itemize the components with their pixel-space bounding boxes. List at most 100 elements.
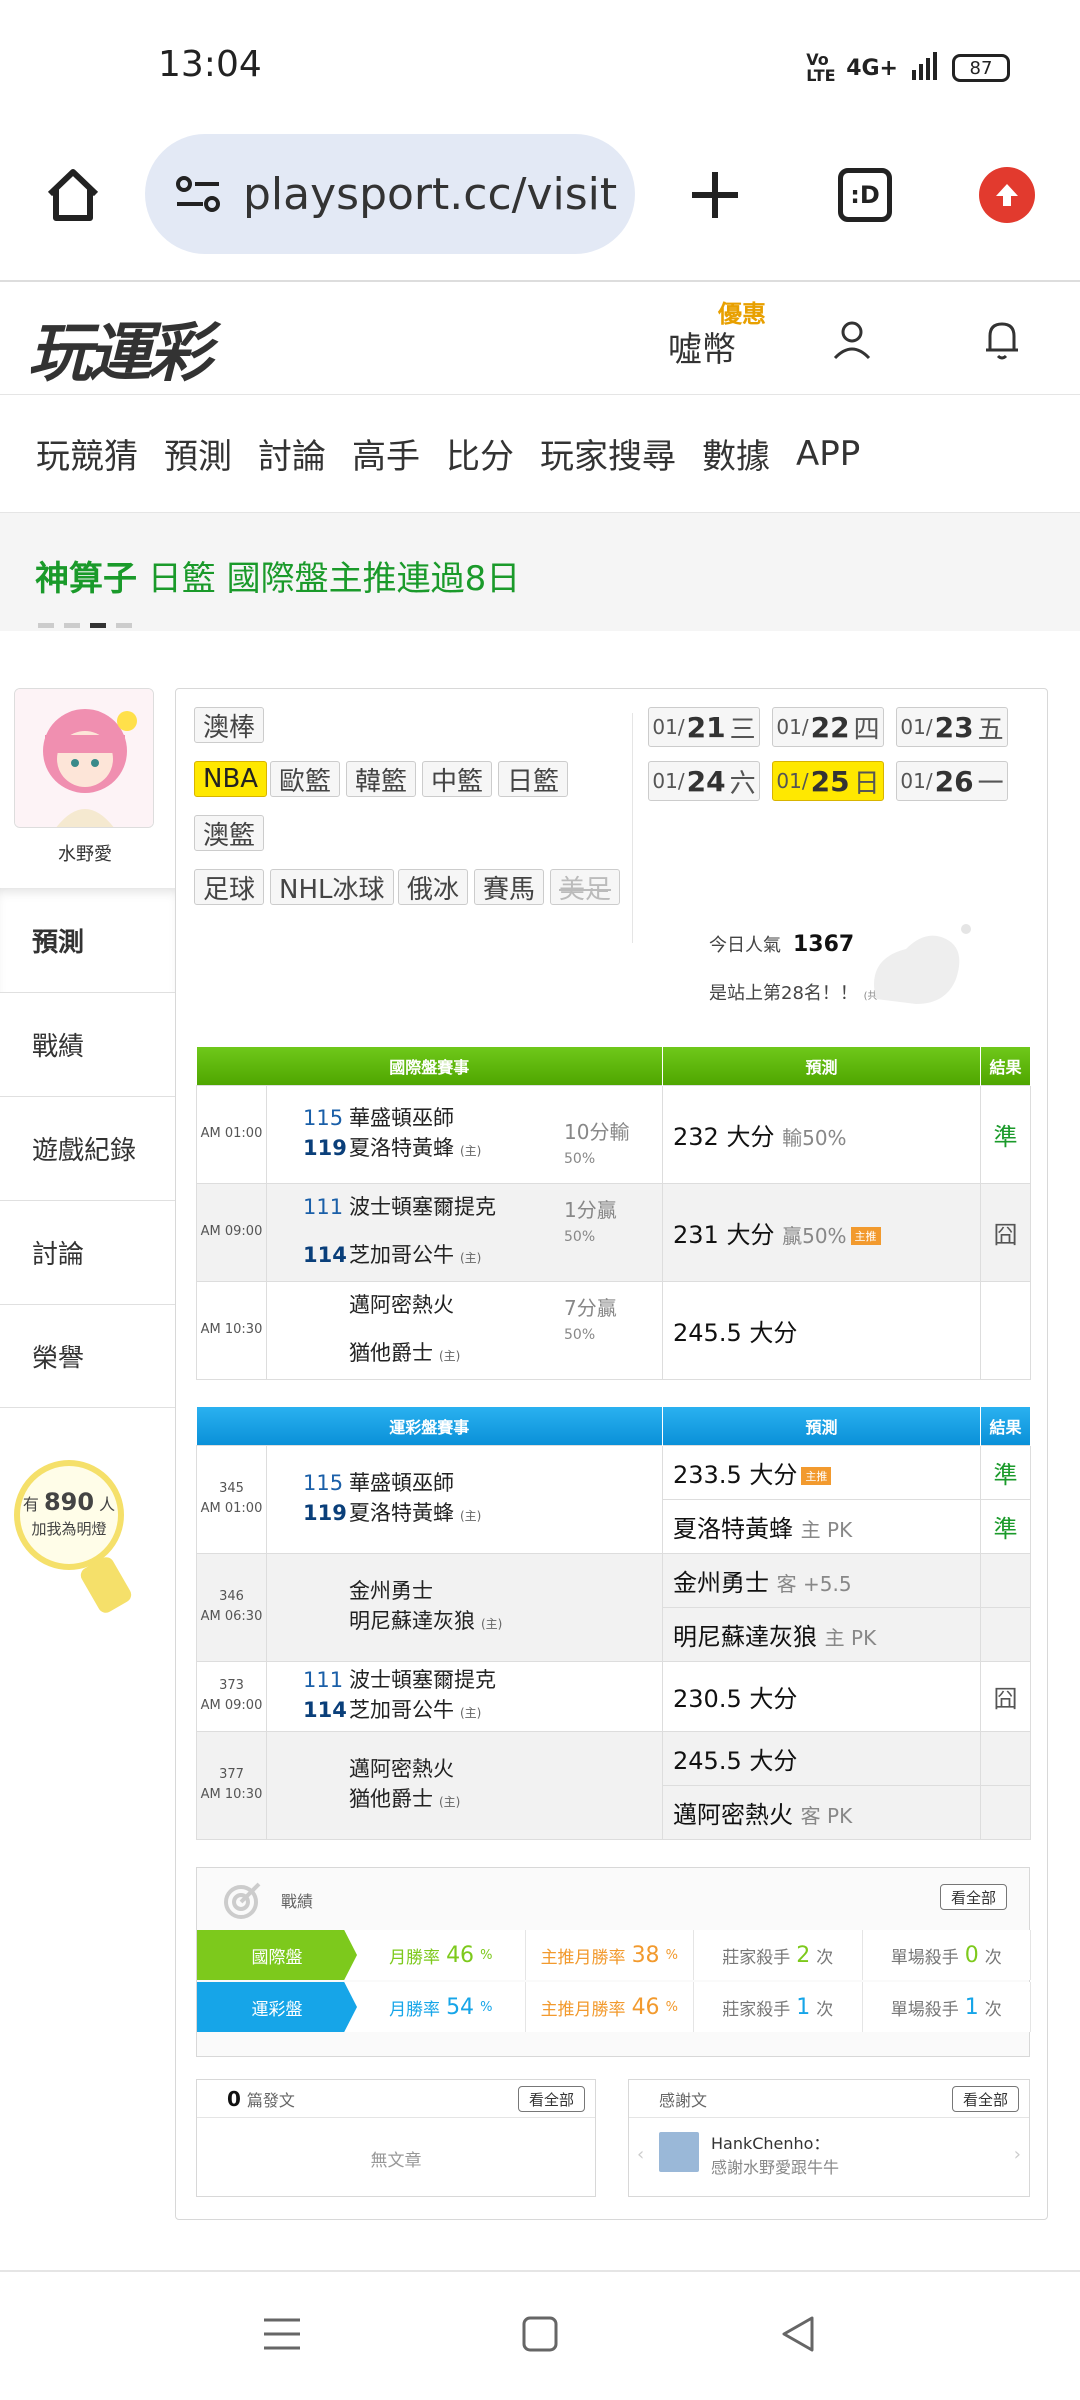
result-cell: 囧 [980, 1660, 1032, 1732]
intl-header-result: 結果 [980, 1047, 1032, 1085]
nav-item-predict[interactable]: 預測 [164, 429, 232, 478]
nav-item-search[interactable]: 玩家搜尋 [540, 429, 676, 478]
follow-cta: 加我為明燈 [31, 1520, 107, 1538]
game-teams: 111 波士頓塞爾提克 114 芝加哥公牛 (主) 1分贏 50% [265, 1182, 664, 1282]
nav-item-app[interactable]: APP [796, 434, 860, 474]
side-menu-honor[interactable]: 榮譽 [0, 1304, 175, 1408]
tab-switcher-button[interactable]: :D [830, 160, 900, 230]
signal-icon [912, 50, 938, 86]
main-nav: 玩競猜 預測 討論 高手 比分 玩家搜尋 數據 APP [0, 395, 1080, 513]
prediction-cell: 233.5 大分 主推 [662, 1444, 982, 1500]
intl-header-games: 國際盤賽事 [196, 1047, 664, 1085]
record-see-all-button[interactable]: 看全部 [939, 1884, 1007, 1910]
sport-chip-aus-basketball[interactable]: 澳籃 [194, 815, 265, 851]
table-row: 373 AM 09:00 111 波士頓塞爾提克 114 芝加哥公牛 (主) 230.5… [196, 1660, 1032, 1732]
sport-chip-euro-basketball[interactable]: 歐籃 [270, 761, 341, 797]
sport-chip-nhl[interactable]: NHL冰球 [270, 869, 394, 905]
browser-toolbar: playsport.cc/visit :D [0, 130, 1080, 280]
sport-chip-nba[interactable]: NBA [194, 761, 268, 797]
monthly-rate: 月勝率 46% [357, 1930, 526, 1980]
back-button[interactable] [778, 2314, 818, 2358]
date-chip-0123[interactable]: 01/23 五 [896, 707, 1008, 747]
user-icon [833, 321, 871, 360]
chevron-right-icon[interactable]: › [1014, 2144, 1021, 2165]
url-text: playsport.cc/visit [243, 168, 618, 220]
prediction-cell: 231 大分 贏50% 主推 [662, 1182, 982, 1282]
table-row: 346 AM 06:30 金州勇士 明尼蘇達灰狼 (主) 金州勇士 客 +5.5 [196, 1552, 1032, 1662]
update-button[interactable] [972, 160, 1042, 230]
announcement-banner[interactable]: 神算子 日籃 國際盤主推連過8日 [0, 513, 1080, 631]
date-chip-0122[interactable]: 01/22 四 [772, 707, 884, 747]
user-button[interactable] [830, 318, 874, 366]
side-menu-discuss[interactable]: 討論 [0, 1200, 175, 1304]
nav-item-experts[interactable]: 高手 [352, 429, 420, 478]
prediction-cell: 明尼蘇達灰狼 主 PK [662, 1606, 982, 1662]
nav-item-data[interactable]: 數據 [702, 429, 770, 478]
banker-killer: 莊家殺手 2 次 [694, 1930, 863, 1980]
posts-see-all-button[interactable]: 看全部 [517, 2086, 585, 2112]
side-menu-record[interactable]: 戰績 [0, 992, 175, 1096]
follow-bulb[interactable]: 有 890 人 加我為明燈 [14, 1460, 124, 1570]
game-time: AM 10:30 [196, 1280, 267, 1380]
prediction-cell: 金州勇士 客 +5.5 [662, 1552, 982, 1608]
prediction-cell: 230.5 大分 [662, 1660, 982, 1732]
sport-chip-kor-basketball[interactable]: 韓籃 [346, 761, 417, 797]
date-chip-0124[interactable]: 01/24 六 [648, 761, 760, 801]
game-teams: 金州勇士 明尼蘇達灰狼 (主) [265, 1552, 664, 1662]
game-teams: 115 華盛頓巫師 119 夏洛特黃蜂 (主) [265, 1444, 664, 1554]
thanks-label: 感謝文 [659, 2090, 708, 2110]
sport-chip-khl[interactable]: 俄冰 [398, 869, 469, 905]
banker-killer: 莊家殺手 1 次 [694, 1982, 863, 2032]
nav-item-scores[interactable]: 比分 [446, 429, 514, 478]
prediction-cell: 232 大分 輸50% [662, 1084, 982, 1184]
sport-chip-aus-baseball[interactable]: 澳棒 [194, 707, 265, 743]
site-settings-icon[interactable] [175, 174, 221, 214]
game-time: AM 09:00 [196, 1182, 267, 1282]
sport-chip-jp-basketball[interactable]: 日籃 [498, 761, 569, 797]
sport-chip-horse-racing[interactable]: 賽馬 [474, 869, 545, 905]
thanks-user[interactable]: HankChenho： [711, 2130, 829, 2154]
side-menu-game-log[interactable]: 遊戲紀錄 [0, 1096, 175, 1200]
banner-pager [38, 623, 132, 628]
date-chip-0126[interactable]: 01/26 一 [896, 761, 1008, 801]
coins-link[interactable]: 噓幣 [668, 322, 736, 371]
table-row: AM 09:00 111 波士頓塞爾提克 114 芝加哥公牛 (主) 1分贏 50% 2… [196, 1182, 1032, 1282]
result-cell: 囧 [980, 1182, 1032, 1282]
lottery-header-result: 結果 [980, 1407, 1032, 1445]
game-teams: 115 華盛頓巫師 119 夏洛特黃蜂 (主) 10分輸 50% [265, 1084, 664, 1184]
menu-button[interactable] [262, 2314, 302, 2358]
sport-chip-soccer[interactable]: 足球 [194, 869, 265, 905]
new-tab-button[interactable] [680, 160, 750, 230]
side-menu-predict[interactable]: 預測 [0, 888, 175, 992]
intl-table: 國際盤賽事 預測 結果 AM 01:00 115 華盛頓巫師 119 夏洛特黃蜂 (主… [196, 1047, 1032, 1380]
thanks-see-all-button[interactable]: 看全部 [951, 2086, 1019, 2112]
nav-item-discuss[interactable]: 討論 [258, 429, 326, 478]
game-teams: 邁阿密熱火 猶他爵士 (主) 7分贏 50% [265, 1280, 664, 1380]
home-icon [47, 169, 99, 221]
result-cell [980, 1552, 1032, 1608]
sport-chip-nfl: 美足 [550, 869, 621, 905]
notification-button[interactable] [980, 316, 1024, 366]
address-bar[interactable]: playsport.cc/visit [145, 134, 635, 254]
nav-item-guess[interactable]: 玩競猜 [36, 429, 138, 478]
home-button[interactable] [38, 160, 108, 230]
thanks-avatar[interactable] [659, 2132, 699, 2172]
prediction-cell: 245.5 大分 [662, 1730, 982, 1786]
home-nav-button[interactable] [520, 2314, 560, 2358]
prediction-cell: 夏洛特黃蜂 主 PK [662, 1498, 982, 1554]
volte-indicator: Vo LTE [806, 50, 836, 85]
site-header: 玩運彩 優惠 噓幣 [0, 280, 1080, 395]
avatar[interactable] [14, 688, 154, 828]
banner-text: 神算子 日籃 國際盤主推連過8日 [35, 551, 520, 600]
date-chip-0125[interactable]: 01/25 日 [772, 761, 884, 801]
monthly-rate: 月勝率 54% [357, 1982, 526, 2032]
mascot-watermark-icon [874, 924, 971, 1004]
table-row: AM 01:00 115 華盛頓巫師 119 夏洛特黃蜂 (主) 10分輸 50% 23… [196, 1084, 1032, 1184]
chevron-left-icon[interactable]: ‹ [637, 2144, 644, 2165]
result-cell [980, 1280, 1032, 1380]
site-logo[interactable]: 玩運彩 [28, 302, 212, 394]
prediction-cell: 邁阿密熱火 客 PK [662, 1784, 982, 1840]
date-chip-0121[interactable]: 01/21 三 [648, 707, 760, 747]
banner-highlight: 神算子 [35, 559, 137, 599]
sport-chip-cn-basketball[interactable]: 中籃 [422, 761, 493, 797]
